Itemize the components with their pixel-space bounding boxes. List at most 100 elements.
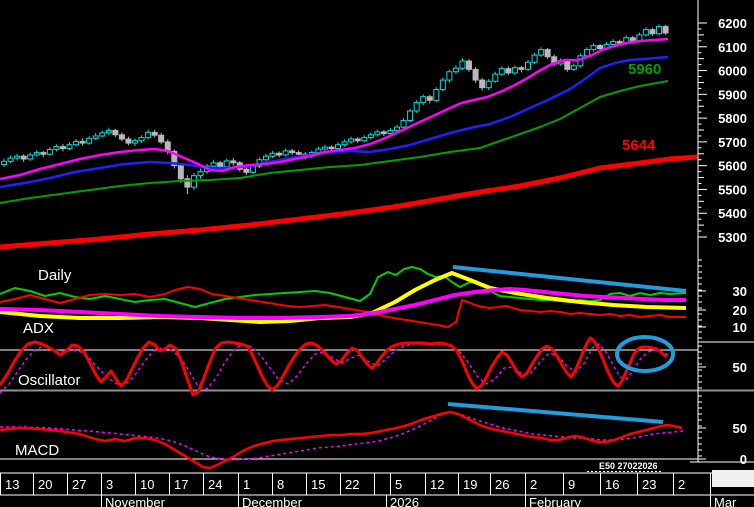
month-label: 2026 <box>390 495 419 507</box>
candle-down <box>649 29 656 35</box>
panel-label-adx: ADX <box>23 320 54 337</box>
candle-down <box>295 152 302 155</box>
candle-up <box>132 140 138 144</box>
candle-down <box>629 37 636 42</box>
candle-up <box>282 150 289 156</box>
candle-up <box>492 73 499 82</box>
price-axis-label: 6000 <box>718 64 747 79</box>
candle-down <box>151 131 158 136</box>
candle-up <box>7 157 14 162</box>
candle-up <box>439 79 446 91</box>
candle-up <box>53 146 60 150</box>
candle-down <box>380 131 387 135</box>
date-cell-label: 27 <box>72 477 86 492</box>
indicator-axis-label: 0 <box>740 452 747 467</box>
candle-up <box>413 102 420 112</box>
candle-down <box>40 152 47 155</box>
candle-up <box>348 138 355 143</box>
indicator-axis-label: 30 <box>733 284 747 299</box>
panel-label-daily: Daily <box>38 267 72 284</box>
price-axis-label: 5400 <box>718 206 747 221</box>
candle-up <box>452 67 459 73</box>
indicator-axis-label: 10 <box>733 320 747 335</box>
date-cell-label: 9 <box>568 477 575 492</box>
candle-up <box>590 45 597 51</box>
price-axis-label: 5500 <box>718 182 747 197</box>
date-cell-label: 1 <box>243 477 250 492</box>
ma-green-price-label: 5960 <box>628 61 662 78</box>
date-cell-label: 20 <box>38 477 52 492</box>
candle-up <box>99 132 106 137</box>
candle-up <box>642 29 649 36</box>
candle-up <box>197 171 204 177</box>
candle-up <box>583 49 590 57</box>
price-axis-label: 5600 <box>718 159 747 174</box>
candle-down <box>564 60 571 70</box>
candle-up <box>433 89 440 101</box>
candle-up <box>33 152 40 156</box>
candle-up <box>485 80 492 89</box>
candle-up <box>656 26 662 35</box>
candle-up <box>86 137 93 144</box>
candle-down <box>158 134 165 143</box>
candle-up <box>407 110 414 121</box>
indicator-axis-label: 50 <box>733 421 747 436</box>
candle-up <box>498 68 505 75</box>
candle-down <box>472 68 479 81</box>
candle-up <box>46 148 53 155</box>
candle-up <box>420 96 427 104</box>
candle-up <box>263 155 269 161</box>
candle-up <box>321 146 328 150</box>
candle-down <box>289 150 296 154</box>
price-axis-label: 5800 <box>718 111 747 126</box>
candle-up <box>367 134 374 139</box>
candle-up <box>1 160 7 165</box>
date-cell-label: 3 <box>106 477 113 492</box>
candle-down <box>505 68 512 74</box>
indicator-axis-label: 20 <box>733 303 747 318</box>
date-cell-label: 5 <box>395 477 402 492</box>
candle-up <box>105 129 112 134</box>
price-axis-label: 6200 <box>718 16 747 31</box>
candle-up <box>73 140 80 146</box>
candle-down <box>597 45 604 50</box>
candle-down <box>479 79 486 89</box>
candle-up <box>14 155 21 159</box>
date-cell-label: 19 <box>463 477 477 492</box>
date-cell-label: 13 <box>5 477 19 492</box>
date-cell-label: 10 <box>140 477 154 492</box>
candle-down <box>354 138 361 142</box>
candle-up <box>538 49 545 56</box>
month-label: February <box>529 495 582 507</box>
date-cell-label: 23 <box>642 477 656 492</box>
indicator-axis-label: 50 <box>733 360 747 375</box>
symbol-code-label: E50 27022026 <box>599 461 658 471</box>
candle-down <box>217 162 224 168</box>
date-cell-label: 26 <box>495 477 509 492</box>
candle-up <box>335 144 342 150</box>
month-label: November <box>105 495 166 507</box>
corner-gripper <box>712 470 754 487</box>
candle-up <box>138 137 145 142</box>
month-label: December <box>242 495 303 507</box>
date-cell-label: 2 <box>678 477 685 492</box>
candle-down <box>125 138 132 144</box>
price-axis-label: 5300 <box>718 230 747 245</box>
price-axis-label: 5700 <box>718 135 747 150</box>
candle-up <box>394 126 400 131</box>
price-axis-label: 5900 <box>718 87 747 102</box>
candle-up <box>210 162 217 167</box>
date-cell-label: 2 <box>530 477 537 492</box>
candle-up <box>531 54 538 63</box>
candle-up <box>400 119 407 128</box>
candle-down <box>276 152 283 156</box>
date-cell-label: 17 <box>174 477 188 492</box>
candle-up <box>145 131 152 139</box>
date-cell-label: 22 <box>345 477 359 492</box>
candle-up <box>446 71 453 81</box>
candle-up <box>374 131 381 136</box>
candle-down <box>466 60 473 70</box>
candle-up <box>361 137 368 142</box>
candle-down <box>59 146 66 150</box>
panel-label-oscillator: Oscillator <box>18 372 81 389</box>
